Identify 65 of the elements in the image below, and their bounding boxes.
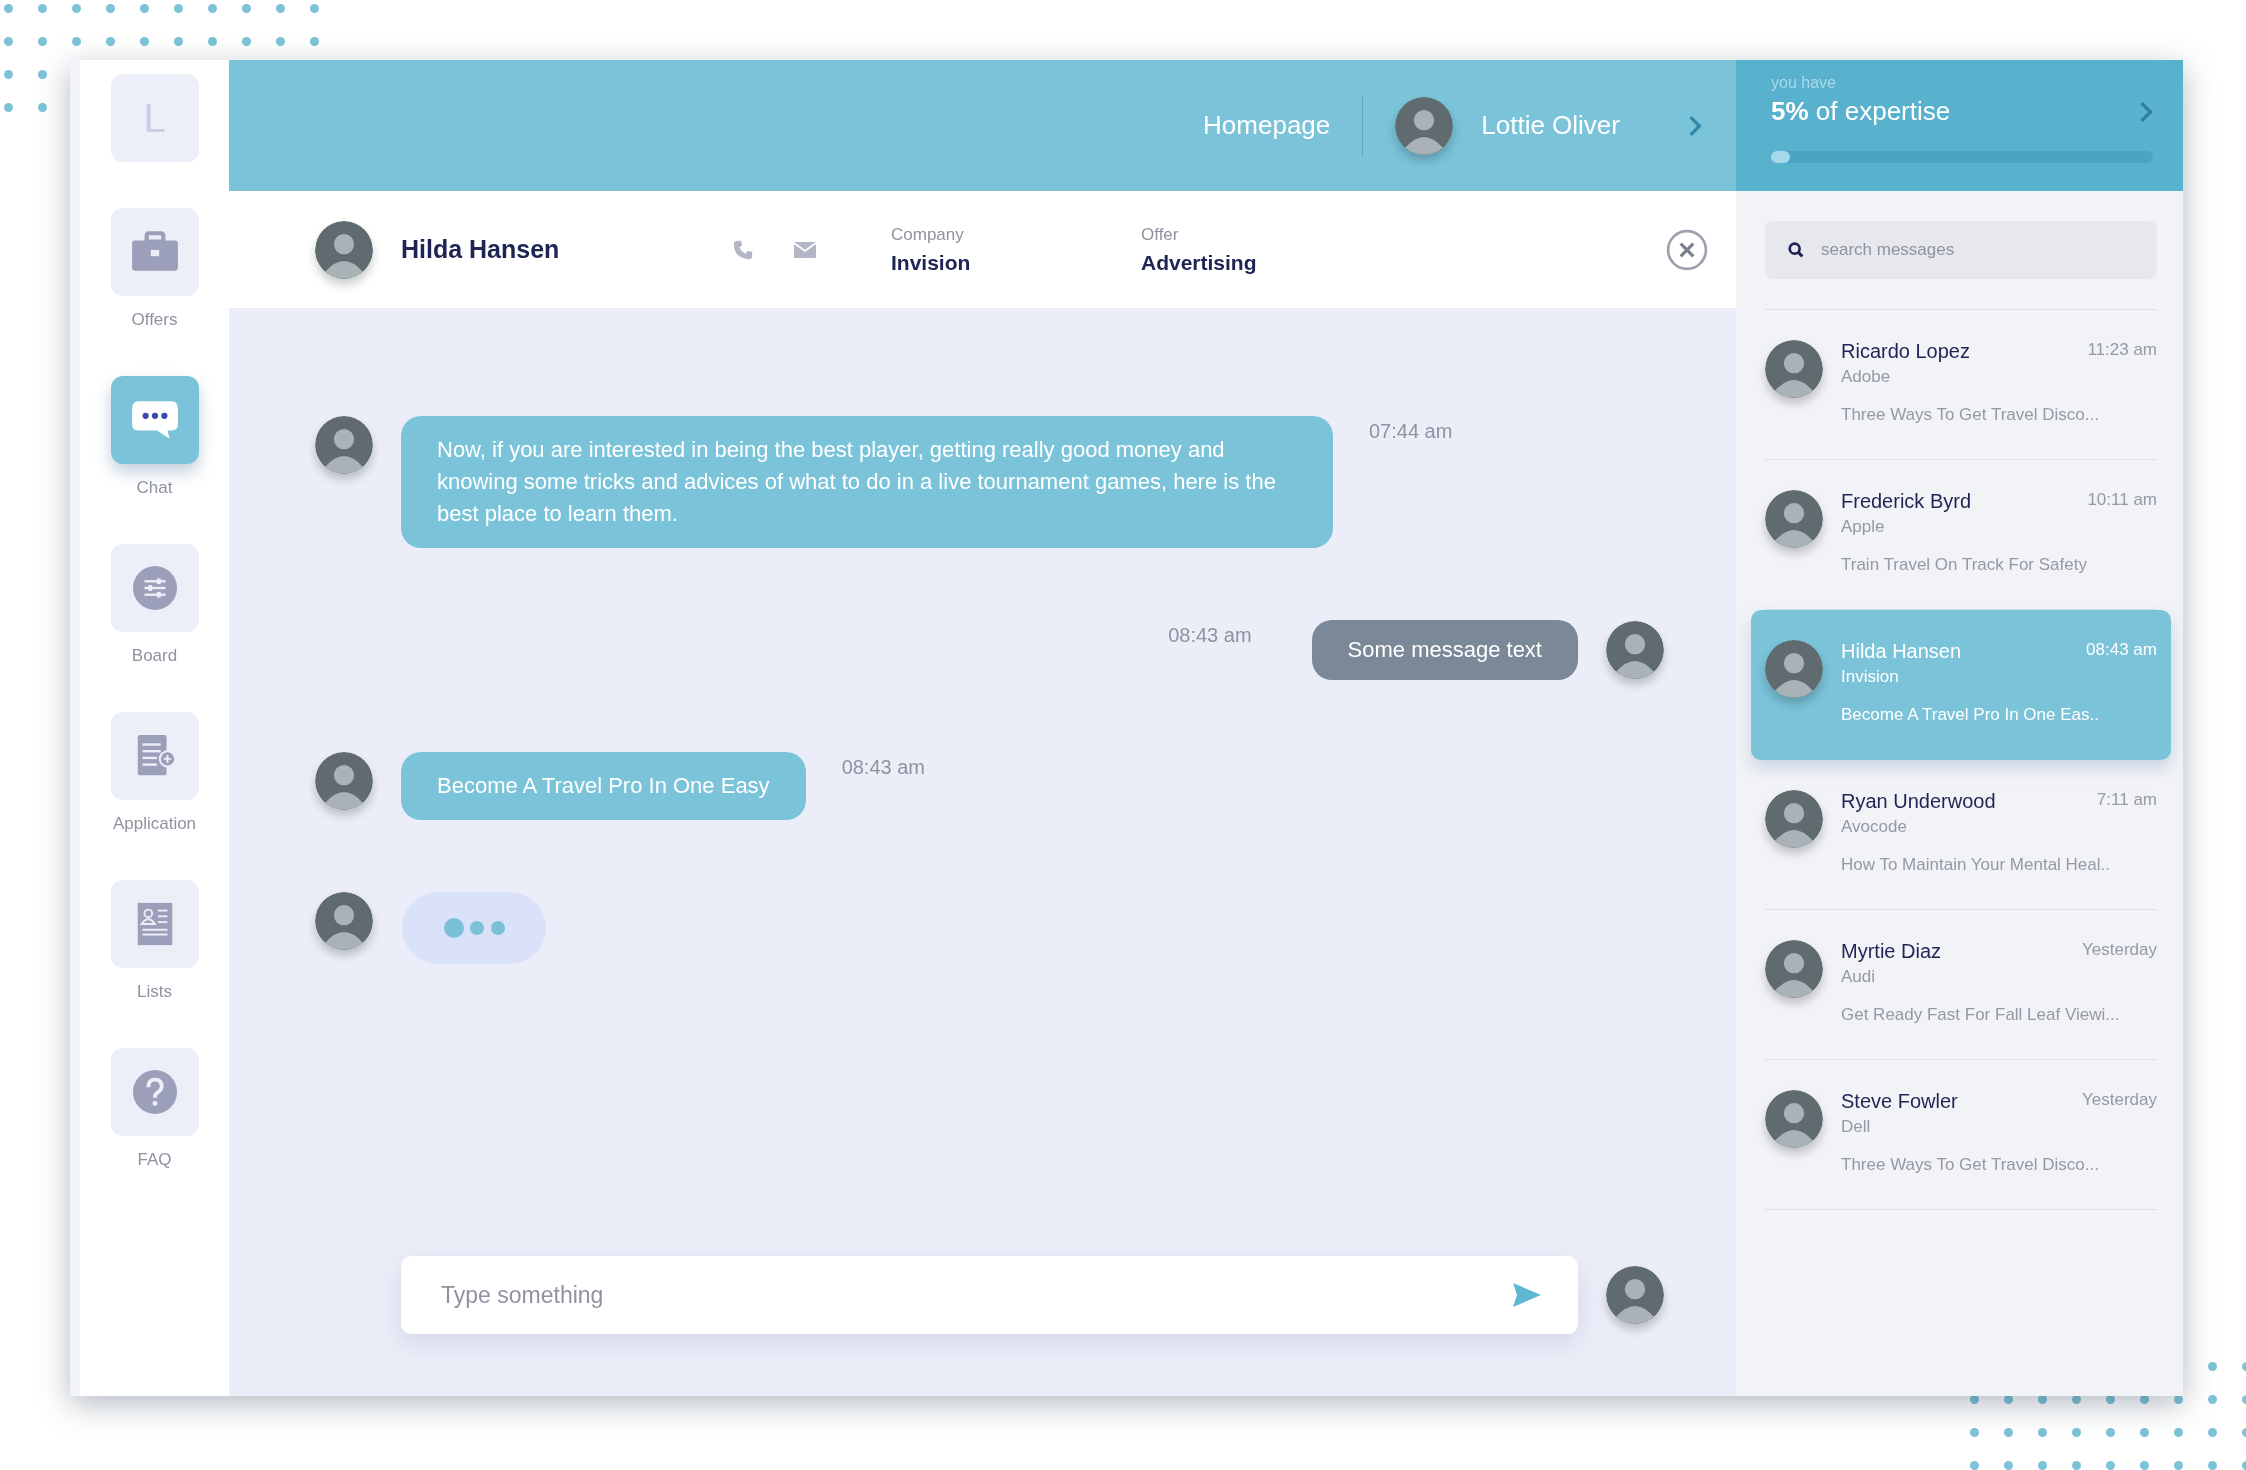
company-name: Dell [1841,1117,1872,1137]
message-time: 08:43 am [1168,623,1252,647]
avatar [1765,1090,1823,1148]
avatar [1606,621,1664,679]
message-time: Yesterday [2082,940,2157,961]
avatar [315,416,373,474]
expertise-caption: you have [1771,74,1837,92]
company-name: Apple [1841,517,1886,537]
contact-name: Myrtie Diaz [1841,940,1941,963]
avatar [315,892,373,950]
expertise-title: 5% of expertise [1771,96,1951,127]
message-time: 7:11 am [2096,790,2157,811]
contact-name: Steve Fowler [1841,1090,1958,1113]
avatar [1765,940,1823,998]
search-field[interactable]: search messages [1765,221,2157,279]
avatar [1765,640,1823,698]
field-value: Invision [891,250,972,275]
send-icon[interactable] [1512,1282,1542,1308]
message-time: 07:44 am [1369,420,1453,443]
message-preview: Three Ways To Get Travel Disco... [1841,405,2100,425]
user-name: Lottie Oliver [1481,110,1620,141]
avatar [1606,1266,1664,1324]
phone-icon[interactable] [731,238,755,261]
message-time: 10:11 am [2087,490,2157,511]
avatar [1765,790,1823,848]
contact-name: Hilda Hansen [401,235,561,264]
message-bubble: Some message text [1311,620,1578,680]
close-icon[interactable] [1666,228,1708,271]
chevron-right-icon[interactable] [2139,100,2153,123]
message-preview: How To Maintain Your Mental Heal.. [1841,855,2111,875]
message-preview: Three Ways To Get Travel Disco... [1841,1155,2100,1175]
field-value: Advertising [1141,250,1258,275]
message-time: 08:43 am [841,756,925,779]
conversation-item[interactable]: Steve Fowler Yesterday Dell Three Ways To Get Travel Disco... [1765,1060,2157,1210]
avatar [1765,490,1823,548]
conversation-item[interactable]: Myrtie Diaz Yesterday Audi Get Ready Fast For Fall Leaf Viewi... [1765,910,2157,1060]
contact-name: Ricardo Lopez [1841,340,1970,363]
chevron-right-icon[interactable] [1688,114,1702,137]
contact-name: Frederick Byrd [1841,490,1972,513]
message-bubble: Become A Travel Pro In One Easy [401,752,806,820]
avatar [1765,340,1823,398]
avatar [1395,96,1454,155]
homepage-link[interactable]: Homepage [1203,110,1331,141]
contact-name: Hilda Hansen [1841,640,1962,663]
search-icon [1787,241,1805,259]
message-time: 11:23 am [2087,340,2157,361]
conversation-item[interactable]: Hilda Hansen 08:43 am Invision Become A Travel Pro In One Eas.. [1751,610,2171,760]
avatar [315,752,373,810]
message-preview: Become A Travel Pro In One Eas.. [1841,705,2100,725]
company-name: Audi [1841,967,1877,987]
message-time: Yesterday [2082,1090,2157,1111]
company-name: Avocode [1841,817,1908,837]
message-bubble: Now, if you are interested in being the best player, getting really good money and knowing some tricks and advices of what to do in a live tournament games, here is the best place to learn them. [401,416,1333,548]
conversation-item[interactable]: Ricardo Lopez 11:23 am Adobe Three Ways To Get Travel Disco... [1765,310,2157,460]
company-name: Adobe [1841,367,1892,387]
message-input[interactable]: Type something [401,1256,1578,1334]
contact-name: Ryan Underwood [1841,790,1996,813]
field-label: Company [891,224,965,245]
company-name: Invision [1841,667,1900,687]
field-label: Offer [1141,224,1180,245]
avatar [315,220,373,279]
message-time: 08:43 am [2086,640,2157,661]
message-preview: Train Travel On Track For Safety [1841,555,2088,575]
conversation-item[interactable]: Ryan Underwood 7:11 am Avocode How To Maintain Your Mental Heal.. [1765,760,2157,910]
message-preview: Get Ready Fast For Fall Leaf Viewi... [1841,1005,2121,1025]
